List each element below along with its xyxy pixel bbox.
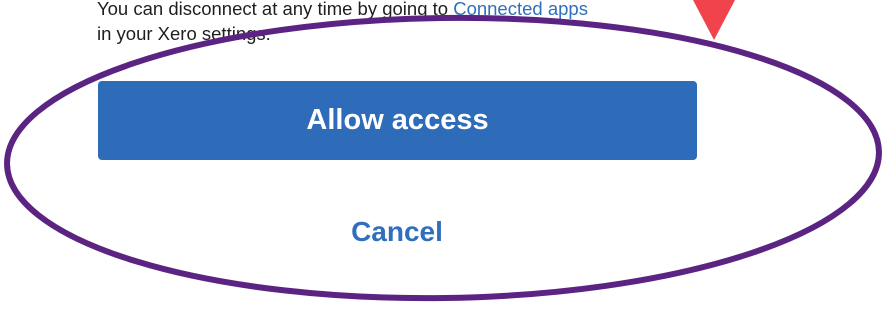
disconnect-notice: You can disconnect at any time by going … bbox=[97, 0, 717, 46]
authorization-consent-panel: You can disconnect at any time by going … bbox=[0, 0, 886, 316]
connected-apps-link[interactable]: Connected apps bbox=[453, 0, 588, 19]
disconnect-notice-text-end: in your Xero settings. bbox=[97, 23, 271, 44]
allow-access-button[interactable]: Allow access bbox=[98, 81, 697, 160]
disconnect-notice-text: You can disconnect at any time by going … bbox=[97, 0, 454, 19]
cancel-button[interactable]: Cancel bbox=[297, 210, 497, 254]
